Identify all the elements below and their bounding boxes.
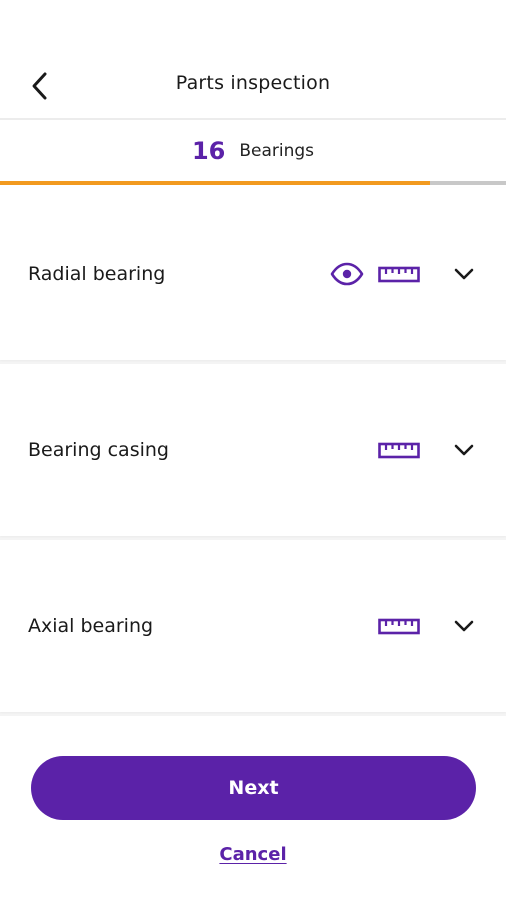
item-actions — [330, 262, 476, 286]
chevron-down-icon[interactable] — [452, 438, 476, 462]
bearing-count-label: Bearings — [239, 141, 315, 161]
header-divider — [0, 118, 506, 120]
ruler-icon[interactable] — [378, 440, 420, 460]
eye-icon[interactable] — [330, 262, 364, 286]
list-item-label: Bearing casing — [28, 439, 169, 461]
list-item-bearing-casing[interactable]: Bearing casing — [0, 364, 506, 536]
chevron-down-icon[interactable] — [452, 614, 476, 638]
progress-bar — [0, 181, 506, 185]
app-screen: Parts inspection 16 Bearings Radial bear… — [0, 0, 506, 900]
next-button[interactable]: Next — [31, 756, 476, 820]
list-item-label: Radial bearing — [28, 263, 166, 285]
progress-bar-fill — [0, 181, 431, 185]
item-actions — [378, 614, 476, 638]
ruler-icon[interactable] — [378, 264, 420, 284]
bearing-counter: 16 Bearings — [0, 128, 506, 174]
page-title: Parts inspection — [175, 72, 331, 94]
parts-list: Radial bearing Bearing casing Axial bear… — [0, 188, 506, 716]
chevron-down-icon[interactable] — [452, 262, 476, 286]
header: Parts inspection — [0, 0, 506, 118]
ruler-icon[interactable] — [378, 616, 420, 636]
item-actions — [378, 438, 476, 462]
list-item-label: Axial bearing — [28, 615, 154, 637]
cancel-link[interactable]: Cancel — [0, 844, 506, 865]
list-item-radial-bearing[interactable]: Radial bearing — [0, 188, 506, 360]
list-item-axial-bearing[interactable]: Axial bearing — [0, 540, 506, 712]
bearing-count: 16 — [191, 137, 226, 165]
